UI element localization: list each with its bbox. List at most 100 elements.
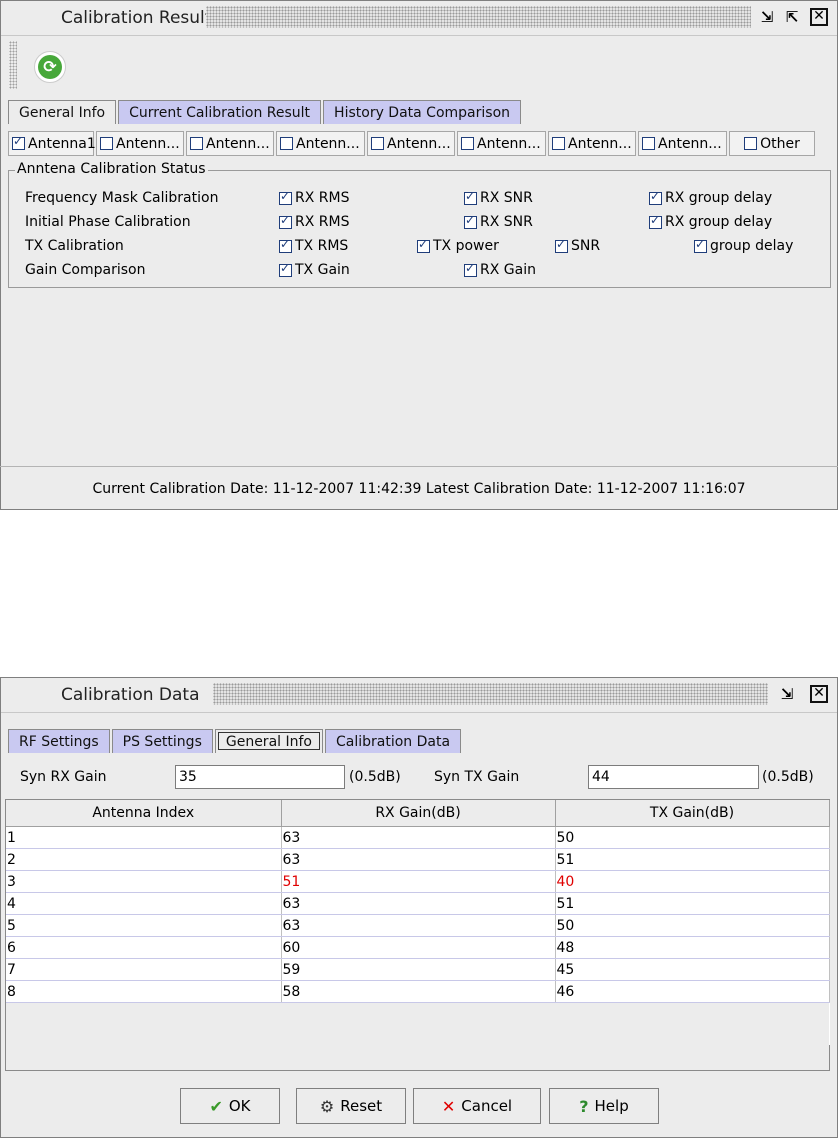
checkbox-checked-icon xyxy=(464,189,477,205)
status-checkbox[interactable]: TX RMS xyxy=(279,237,349,254)
table-cell: 40 xyxy=(555,870,830,893)
tab-history-data-comparison[interactable]: History Data Comparison xyxy=(323,100,522,124)
table-cell: 50 xyxy=(555,826,830,849)
ok-button[interactable]: ✔ OK xyxy=(180,1088,280,1124)
status-checkbox[interactable]: TX Gain xyxy=(279,261,350,278)
close-icon[interactable]: ✕ xyxy=(810,8,828,26)
antenna-8-checkbox[interactable]: Antenn... xyxy=(638,131,727,156)
antenna-label: Antenna1 xyxy=(28,135,96,152)
empty-table-row xyxy=(6,1024,829,1045)
empty-cell xyxy=(6,1024,281,1045)
checkbox-label: TX RMS xyxy=(295,238,349,254)
table-cell: 51 xyxy=(555,848,830,871)
empty-cell xyxy=(555,1002,829,1024)
tab-ps-settings[interactable]: PS Settings xyxy=(111,729,213,753)
syn-rx-gain-input[interactable] xyxy=(175,765,345,789)
tab-current-calibration-result[interactable]: Current Calibration Result xyxy=(118,100,322,124)
table-row[interactable]: 7 59 45 xyxy=(6,958,830,981)
checkbox-checked-icon xyxy=(694,237,707,253)
table-row[interactable]: 2 63 51 xyxy=(6,848,830,871)
help-question-icon: ? xyxy=(579,1096,589,1116)
column-header[interactable]: TX Gain(dB) xyxy=(555,800,830,827)
tab-general-info[interactable]: General Info xyxy=(214,729,323,753)
column-header[interactable]: Antenna Index xyxy=(6,800,282,827)
title-bar-grip xyxy=(213,683,768,705)
status-checkbox[interactable]: SNR xyxy=(555,237,601,254)
restore-icon[interactable]: ⇲ xyxy=(777,684,797,704)
column-header[interactable]: RX Gain(dB) xyxy=(281,800,556,827)
close-icon[interactable]: ✕ xyxy=(810,685,828,703)
antenna-2-checkbox[interactable]: Antenn... xyxy=(96,131,184,156)
empty-cell xyxy=(6,1002,281,1024)
empty-cell xyxy=(281,1002,555,1024)
reset-button[interactable]: ⚙ Reset xyxy=(296,1088,406,1124)
antenna-7-checkbox[interactable]: Antenn... xyxy=(548,131,636,156)
table-cell: 2 xyxy=(6,848,282,871)
table-cell: 51 xyxy=(281,870,556,893)
table-cell: 3 xyxy=(6,870,282,893)
calibration-date-status-bar: Current Calibration Date: 11-12-2007 11:… xyxy=(0,466,838,511)
restore-icon[interactable]: ⇲ xyxy=(757,7,777,27)
table-cell: 46 xyxy=(555,980,830,1003)
table-cell: 63 xyxy=(281,914,556,937)
empty-cell xyxy=(281,1024,555,1045)
syn-tx-gain-label: Syn TX Gain xyxy=(434,769,520,785)
checkbox-label: RX SNR xyxy=(480,190,533,206)
antenna-6-checkbox[interactable]: Antenn... xyxy=(457,131,546,156)
status-checkbox[interactable]: RX SNR xyxy=(464,213,533,230)
reset-icon: ⚙ xyxy=(319,1096,335,1116)
tab-general-info[interactable]: General Info xyxy=(8,100,117,124)
checkbox-checked-icon xyxy=(12,134,25,150)
status-checkbox[interactable]: RX group delay xyxy=(649,189,772,206)
table-row[interactable]: 6 60 48 xyxy=(6,936,830,959)
cancel-button-label: Cancel xyxy=(461,1097,513,1115)
tab-calibration-data[interactable]: Calibration Data xyxy=(324,729,462,753)
status-checkbox[interactable]: group delay xyxy=(694,237,793,254)
checkbox-label: RX RMS xyxy=(295,190,350,206)
status-checkbox[interactable]: RX SNR xyxy=(464,189,533,206)
antenna-5-checkbox[interactable]: Antenn... xyxy=(367,131,455,156)
antenna-4-checkbox[interactable]: Antenn... xyxy=(276,131,365,156)
checkbox-label: TX Gain xyxy=(295,262,350,278)
syn-rx-gain-unit: (0.5dB) xyxy=(349,769,401,785)
table-row[interactable]: 1 63 50 xyxy=(6,826,830,849)
tab-rf-settings[interactable]: RF Settings xyxy=(8,729,110,753)
syn-tx-gain-input[interactable] xyxy=(588,765,759,789)
table-row[interactable]: 5 63 50 xyxy=(6,914,830,937)
checkbox-icon xyxy=(371,137,384,150)
antenna-gain-table: Antenna Index RX Gain(dB) TX Gain(dB) 16… xyxy=(5,799,830,1071)
table-cell: 63 xyxy=(281,892,556,915)
status-checkbox[interactable]: RX RMS xyxy=(279,213,349,230)
title-bar-grip xyxy=(206,6,751,28)
status-checkbox[interactable]: RX Gain xyxy=(464,261,536,278)
table-row[interactable]: 4 63 51 xyxy=(6,892,830,915)
checkbox-label: SNR xyxy=(571,238,601,254)
antenna-3-checkbox[interactable]: Antenn... xyxy=(186,131,274,156)
checkbox-icon xyxy=(461,137,474,150)
checkbox-label: RX SNR xyxy=(480,214,533,230)
window-title: Calibration Data xyxy=(61,685,200,705)
antenna-1-checkbox[interactable]: Antenna1 xyxy=(8,131,96,156)
help-button[interactable]: ? Help xyxy=(549,1088,659,1124)
antenna-other-checkbox[interactable]: Other xyxy=(729,131,815,156)
status-checkbox[interactable]: RX RMS xyxy=(279,189,350,206)
empty-cell xyxy=(555,1024,829,1045)
toolbar-grip[interactable] xyxy=(9,41,17,89)
checkbox-icon xyxy=(642,137,655,150)
help-button-label: Help xyxy=(594,1097,629,1115)
checkbox-checked-icon xyxy=(555,237,568,253)
group-title: Anntena Calibration Status xyxy=(15,161,208,177)
status-checkbox[interactable]: RX group delay xyxy=(649,213,772,230)
checkbox-checked-icon xyxy=(279,261,292,277)
antenna-selector-row: Antenna1 Antenn... Antenn... Antenn... A… xyxy=(8,131,815,156)
table-row[interactable]: 3 51 40 xyxy=(6,870,830,893)
empty-table-row xyxy=(6,1002,829,1024)
checkbox-label: TX power xyxy=(433,238,499,254)
table-cell: 48 xyxy=(555,936,830,959)
refresh-button[interactable]: ⟳ xyxy=(34,51,66,83)
cancel-button[interactable]: ✕ Cancel xyxy=(413,1088,541,1124)
status-checkbox[interactable]: TX power xyxy=(417,237,499,254)
refresh-icon: ⟳ xyxy=(38,55,62,79)
maximize-icon[interactable]: ⇱ xyxy=(782,7,802,27)
table-row[interactable]: 8 58 46 xyxy=(6,980,830,1003)
